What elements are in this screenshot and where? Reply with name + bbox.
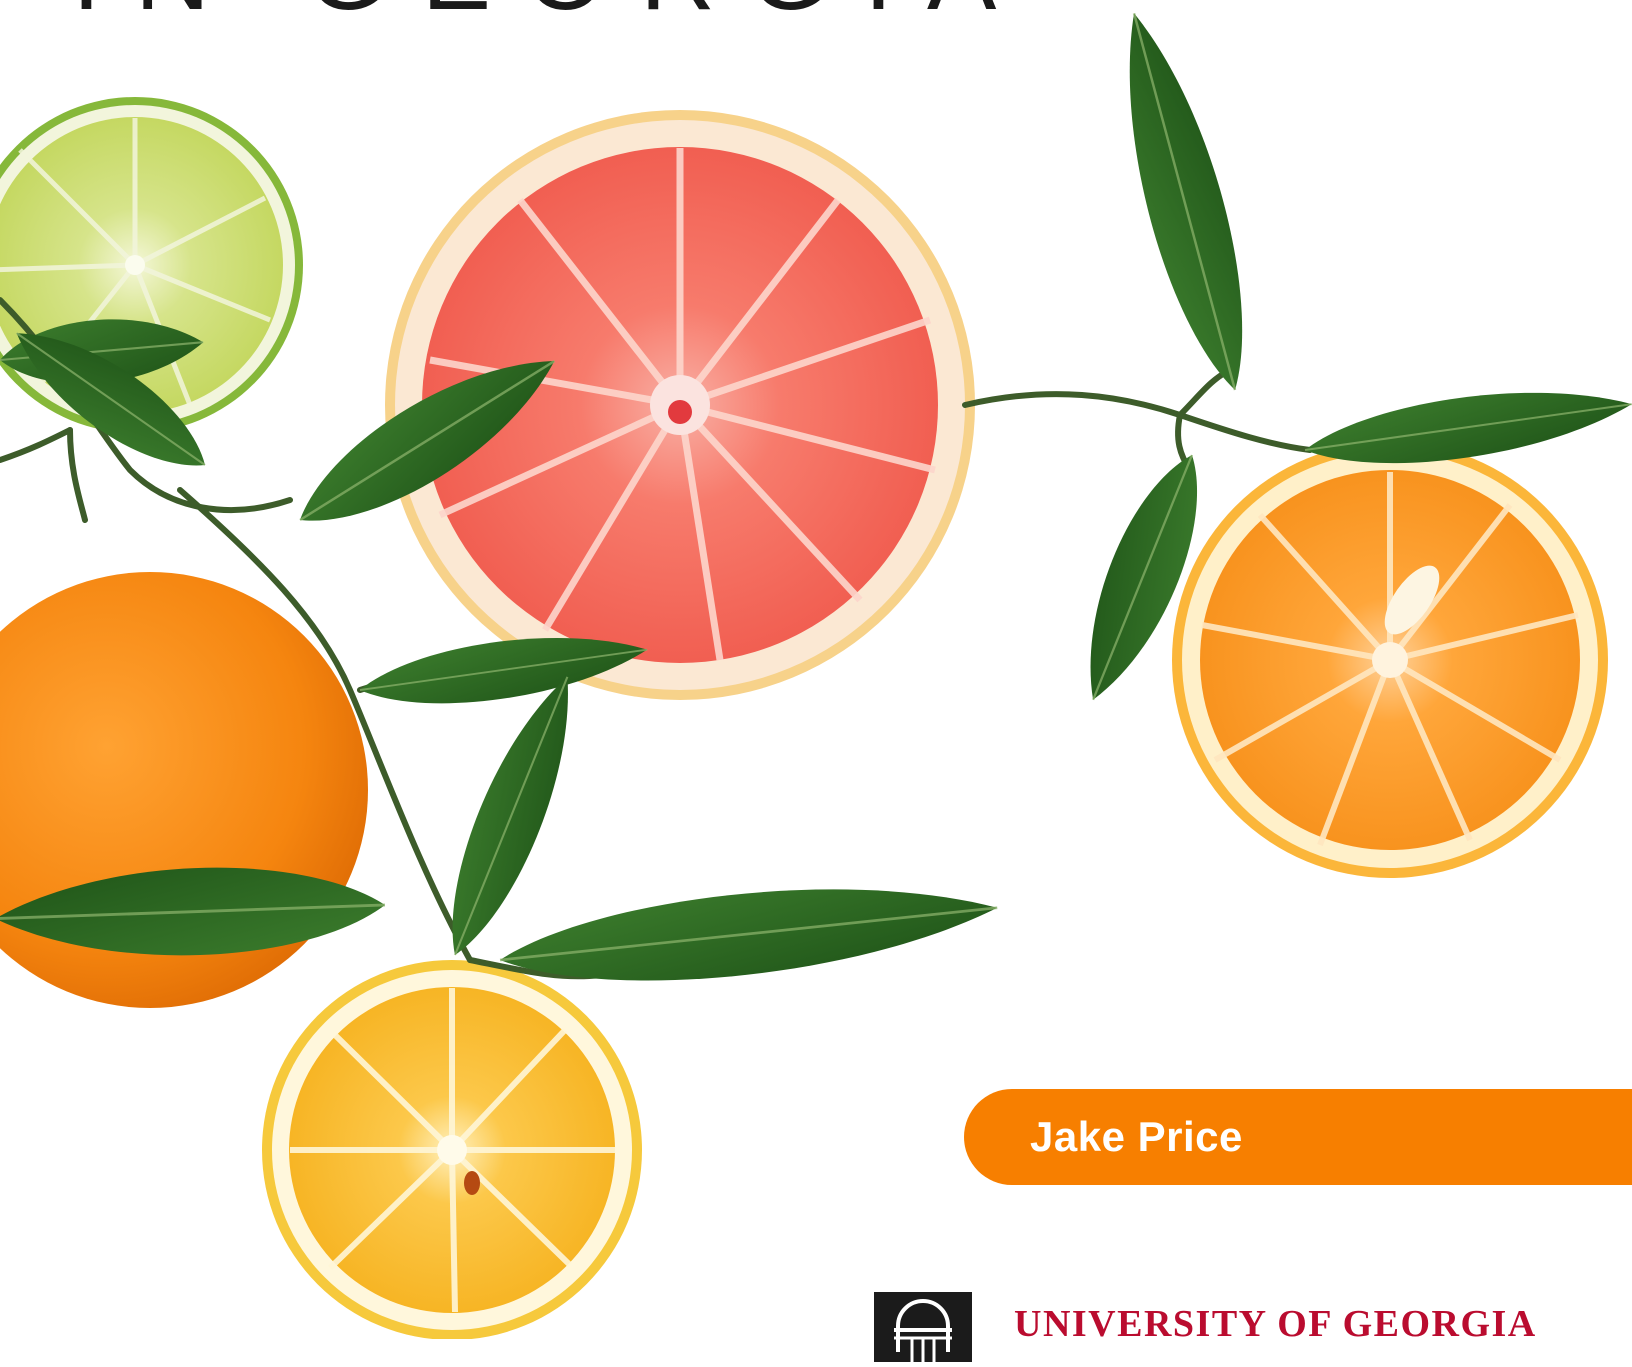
author-name: Jake Price — [1030, 1113, 1243, 1160]
lime-slice — [0, 97, 303, 433]
orange-slice — [1172, 442, 1608, 878]
cover-title: IN GEORGIA — [72, 0, 1030, 26]
publisher-block: UNIVERSITY OF GEORGIA — [874, 1292, 1614, 1362]
lemon-slice — [262, 960, 642, 1339]
arch-seal-icon — [874, 1292, 972, 1362]
author-banner: Jake Price — [964, 1089, 1632, 1185]
publisher-name: UNIVERSITY OF GEORGIA — [1014, 1303, 1537, 1345]
